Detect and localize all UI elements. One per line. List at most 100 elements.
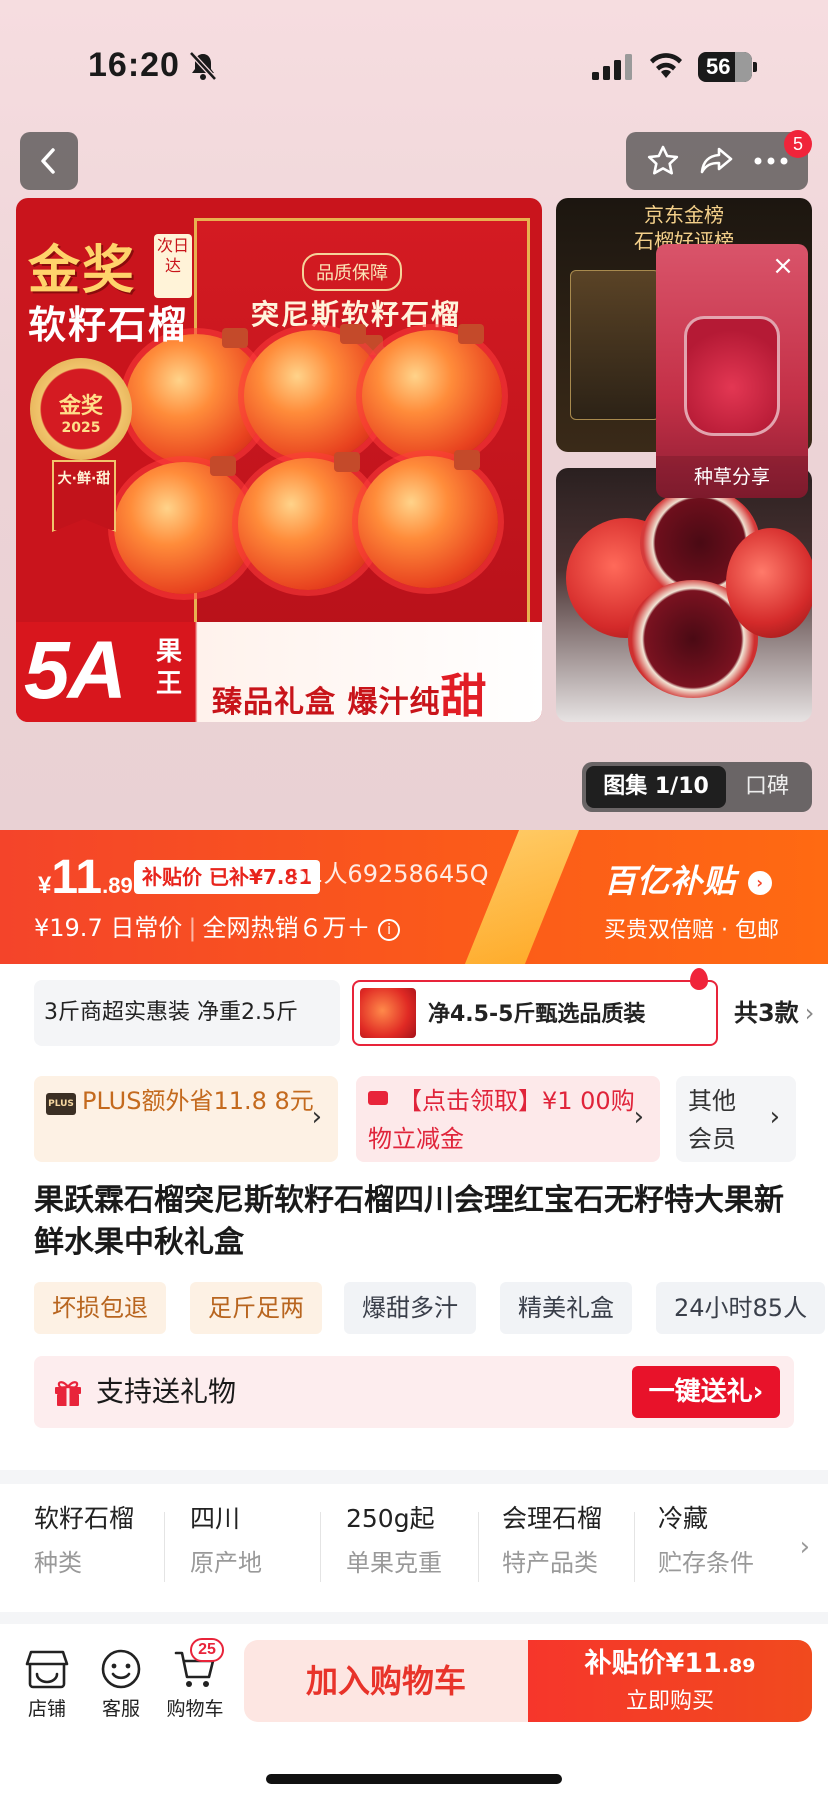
share-icon (700, 147, 733, 174)
smiley-service-icon (101, 1649, 141, 1689)
next-day-badge: 次日达 (154, 234, 192, 298)
info-icon[interactable]: i (378, 919, 401, 941)
section-divider (0, 1470, 828, 1484)
top-actions (626, 132, 808, 190)
home-indicator[interactable] (266, 1774, 562, 1784)
variant-label: 净4.5-5斤甄选品质装 (428, 1002, 646, 1027)
status-time: 16:20 (88, 46, 180, 84)
member-promo-card[interactable]: 其他 会员 › (676, 1076, 796, 1162)
buy-now-button[interactable]: 补贴价¥11.89 立即购买 (528, 1640, 812, 1722)
pomegranate (238, 452, 378, 590)
jar-graphic (684, 316, 780, 436)
plus-promo-card[interactable]: PLUS PLUS额外省11.8 8元 › (34, 1076, 338, 1162)
coupon-promo-text: 【点击领取】¥1 00购物立减金 (368, 1087, 635, 1153)
thumbnail-pomegranate[interactable] (556, 468, 812, 722)
close-icon[interactable]: × (766, 250, 800, 284)
video-preview-card[interactable]: × 种草分享 (656, 244, 808, 498)
chevron-right-icon: › (752, 1377, 764, 1407)
tagline-sweet: 甜 (440, 669, 488, 722)
fruit-king-text: 果王 (156, 637, 183, 699)
add-to-cart-button[interactable]: 加入购物车 (244, 1640, 528, 1722)
price-cents: .89 (102, 873, 133, 898)
tab-album[interactable]: 图集 1/10 (586, 766, 726, 808)
cart-label: 购物车 (166, 1698, 224, 1720)
chevron-right-icon[interactable]: › (800, 1532, 810, 1562)
price-sub-row: ¥19.7 日常价 | 全网热销６万＋ i (34, 908, 401, 943)
award-seal: 金奖 2025 (30, 358, 132, 460)
buy-price: 补贴价¥11.89 (528, 1640, 812, 1686)
coupon-promo-card[interactable]: 【点击领取】¥1 00购物立减金 › (356, 1076, 660, 1162)
brand-name: 百亿补贴 (604, 862, 737, 900)
spec-key: 单果克重 (346, 1549, 442, 1577)
buy-now-label: 立即购买 (625, 1689, 714, 1714)
spec-value: 250g起 (346, 1504, 435, 1533)
card-icon (368, 1091, 388, 1105)
store-label: 店铺 (27, 1698, 66, 1720)
star-icon (647, 145, 679, 175)
send-gift-button[interactable]: 一键送礼› (632, 1366, 780, 1418)
spec-item: 四川 原产地 (156, 1502, 306, 1598)
buy-price-cents: .89 (721, 1655, 756, 1677)
product-gallery[interactable]: 16:20 56 5 品质保障 突尼斯软籽石榴 金奖 次日达 软籽石榴 金奖 2… (0, 0, 828, 830)
service-tag: 坏损包退 (34, 1282, 166, 1334)
wifi-icon (650, 53, 682, 78)
bottom-action-bar: 店铺 客服 购物车 25 加入购物车 补贴价¥11.89 立即购买 (0, 1624, 828, 1801)
chevron-left-icon (41, 148, 55, 174)
buy-price-label: 补贴价¥11 (584, 1648, 722, 1679)
spec-item: 冷藏 贮存条件 (624, 1502, 764, 1598)
sales-text: 全网热销６万＋ (202, 914, 371, 942)
variant-option-selected[interactable]: 净4.5-5斤甄选品质装 (352, 968, 718, 1046)
currency-symbol: ¥ (38, 872, 52, 899)
favorite-button[interactable] (643, 141, 683, 181)
spec-row[interactable]: 软籽石榴 种类 四川 原产地 250g起 单果克重 会理石榴 特产品类 冷藏 贮… (0, 1496, 828, 1610)
price-band-divider (464, 830, 580, 964)
spec-value: 软籽石榴 (34, 1504, 135, 1533)
overlay-text: 7.51人69258645Q (270, 860, 489, 888)
chevron-right-icon: › (769, 1102, 780, 1132)
billion-subsidy-logo[interactable]: 百亿补贴 › (604, 856, 773, 902)
variant-option[interactable]: 3斤商超实惠装 净重2.5斤 (34, 980, 340, 1046)
section-divider (0, 1612, 828, 1624)
service-label: 客服 (101, 1698, 140, 1720)
spec-key: 特产品类 (502, 1549, 598, 1577)
send-gift-label: 一键送礼 (648, 1377, 753, 1407)
plus-promo-text: PLUS额外省11.8 8元 (82, 1087, 314, 1115)
tagline-text: 臻品礼盒 爆汁纯 (212, 685, 441, 720)
chevron-right-icon: › (748, 871, 773, 895)
video-label: 种草分享 (656, 456, 808, 498)
customer-service-button[interactable]: 客服 (84, 1648, 158, 1721)
back-button[interactable] (20, 132, 78, 190)
spec-value: 冷藏 (658, 1504, 709, 1533)
gallery-switch: 图集 1/10 口碑 (582, 762, 812, 812)
variant-selector: 3斤商超实惠装 净重2.5斤 净4.5-5斤甄选品质装 共3款 › (34, 968, 828, 1046)
spec-item: 会理石榴 特产品类 (468, 1502, 628, 1598)
ranking-title: 京东金榜 (644, 203, 724, 227)
spec-key: 贮存条件 (658, 1549, 754, 1577)
seal-text: 金奖 (58, 394, 103, 419)
status-bar: 16:20 56 (0, 0, 828, 135)
store-button[interactable]: 店铺 (10, 1648, 84, 1721)
price-integer: 11 (51, 851, 103, 904)
variant-count-button[interactable]: 共3款 › (734, 980, 814, 1046)
spec-value: 会理石榴 (502, 1504, 603, 1533)
spec-key: 原产地 (190, 1549, 262, 1577)
variant-count-label: 共3款 (734, 999, 799, 1027)
service-tag: 24小时85人 (656, 1282, 826, 1334)
battery-level: 56 (706, 54, 731, 79)
tab-reviews[interactable]: 口碑 (726, 766, 808, 808)
service-tag: 足斤足两 (190, 1282, 322, 1334)
chevron-right-icon: › (804, 999, 815, 1027)
share-button[interactable] (697, 141, 737, 181)
price-band[interactable]: ¥11.89 补贴价 已补¥7.81 7.51人69258645Q ¥19.7 … (0, 830, 828, 964)
more-icon (754, 157, 788, 165)
five-a-text: 5A (24, 625, 127, 716)
main-product-image[interactable]: 品质保障 突尼斯软籽石榴 金奖 次日达 软籽石榴 金奖 2025 大·鲜·甜 5… (16, 198, 542, 722)
spec-value: 四川 (190, 1504, 241, 1533)
bell-off-icon (189, 51, 217, 81)
hot-drop-icon (690, 968, 708, 990)
variant-thumbnail (360, 988, 416, 1038)
gift-row[interactable]: 支持送礼物 一键送礼› (34, 1356, 794, 1428)
pomegranate (726, 528, 812, 638)
signal-icon (592, 54, 632, 80)
service-tags: 坏损包退 足斤足两 爆甜多汁 精美礼盒 24小时85人 (34, 1282, 828, 1334)
